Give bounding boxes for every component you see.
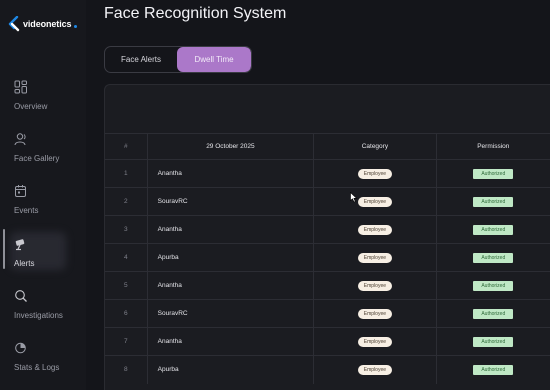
table-row[interactable]: 6 SouravRC Employee Authorized — [105, 299, 550, 328]
person-name: Apurba — [147, 355, 315, 384]
table-row[interactable]: 3 Anantha Employee Authorized — [105, 215, 550, 244]
videonetics-logo-icon — [8, 16, 20, 32]
column-header-category[interactable]: Category — [313, 133, 437, 160]
row-index: 7 — [105, 327, 148, 356]
column-header-index: # — [105, 133, 148, 160]
category-badge: Employee — [357, 196, 392, 207]
sidebar-item-label: Investigations — [14, 311, 63, 320]
row-index: 1 — [105, 159, 148, 188]
sidebar-item-label: Stats & Logs — [14, 363, 60, 372]
person-name: Anantha — [147, 327, 315, 356]
category-badge: Employee — [357, 308, 392, 319]
sidebar-item-events[interactable]: Events — [0, 184, 86, 232]
person-name: Anantha — [147, 215, 315, 244]
table-row[interactable]: 5 Anantha Employee Authorized — [105, 271, 550, 300]
person-name: SouravRC — [147, 299, 315, 328]
tab-dwell-time[interactable]: Dwell Time — [177, 47, 251, 72]
face-gallery-icon — [14, 133, 26, 146]
permission-badge: Authorized — [473, 364, 514, 375]
table-row[interactable]: 2 SouravRC Employee Authorized — [105, 187, 550, 216]
mouse-cursor-icon — [350, 192, 358, 203]
sidebar-item-label: Face Gallery — [14, 154, 60, 163]
alert-camera-icon — [15, 239, 25, 251]
row-index: 6 — [105, 299, 148, 328]
row-index: 8 — [105, 355, 148, 384]
column-header-date[interactable]: 29 October 2025 — [147, 133, 315, 160]
view-tabs: Face Alerts Dwell Time — [104, 46, 252, 73]
permission-badge: Authorized — [473, 308, 514, 319]
permission-badge: Authorized — [473, 196, 514, 207]
category-badge: Employee — [357, 364, 392, 375]
category-badge: Employee — [357, 280, 392, 291]
brand-dot — [74, 25, 78, 28]
overview-grid-icon — [14, 80, 27, 94]
dwell-time-table: # 29 October 2025 Category Permission 1 … — [105, 133, 550, 384]
row-index: 4 — [105, 243, 148, 272]
sidebar-item-label: Alerts — [14, 259, 35, 268]
sidebar-item-face-gallery[interactable]: Face Gallery — [0, 132, 86, 180]
permission-badge: Authorized — [473, 224, 514, 235]
category-badge: Employee — [357, 224, 392, 235]
stats-logs-icon — [15, 342, 26, 354]
permission-badge: Authorized — [473, 336, 514, 347]
tab-face-alerts[interactable]: Face Alerts — [105, 47, 177, 72]
sidebar: videonetics Overview Face Gallery Events… — [0, 0, 86, 390]
brand-name: videonetics — [23, 19, 72, 29]
category-badge: Employee — [357, 336, 392, 347]
category-badge: Employee — [357, 252, 392, 263]
row-index: 5 — [105, 271, 148, 300]
calendar-icon — [15, 185, 26, 197]
person-name: Anantha — [147, 159, 315, 188]
table-row[interactable]: 1 Anantha Employee Authorized — [105, 159, 550, 188]
row-index: 2 — [105, 187, 148, 216]
person-name: Anantha — [147, 271, 315, 300]
table-row[interactable]: 4 Apurba Employee Authorized — [105, 243, 550, 272]
sidebar-item-label: Overview — [14, 102, 48, 111]
person-name: SouravRC — [147, 187, 315, 216]
row-index: 3 — [105, 215, 148, 244]
sidebar-item-alerts[interactable]: Alerts — [0, 237, 86, 285]
permission-badge: Authorized — [473, 168, 514, 179]
category-badge: Employee — [357, 168, 392, 179]
sidebar-item-investigations[interactable]: Investigations — [0, 289, 86, 337]
investigation-search-icon — [15, 290, 27, 302]
permission-badge: Authorized — [473, 252, 514, 263]
sidebar-item-stats-logs[interactable]: Stats & Logs — [0, 341, 86, 389]
table-row[interactable]: 8 Apurba Employee Authorized — [105, 355, 550, 384]
column-header-permission[interactable]: Permission — [436, 133, 550, 160]
dwell-time-panel: # 29 October 2025 Category Permission 1 … — [104, 84, 550, 390]
table-header-row: # 29 October 2025 Category Permission — [105, 133, 550, 160]
brand-logo[interactable]: videonetics — [8, 16, 78, 32]
sidebar-item-label: Events — [14, 206, 39, 215]
app-window: videonetics Overview Face Gallery Events… — [0, 0, 550, 390]
permission-badge: Authorized — [473, 280, 514, 291]
page-title: Face Recognition System — [104, 5, 287, 22]
table-row[interactable]: 7 Anantha Employee Authorized — [105, 327, 550, 356]
sidebar-item-overview[interactable]: Overview — [0, 80, 86, 128]
person-name: Apurba — [147, 243, 315, 272]
